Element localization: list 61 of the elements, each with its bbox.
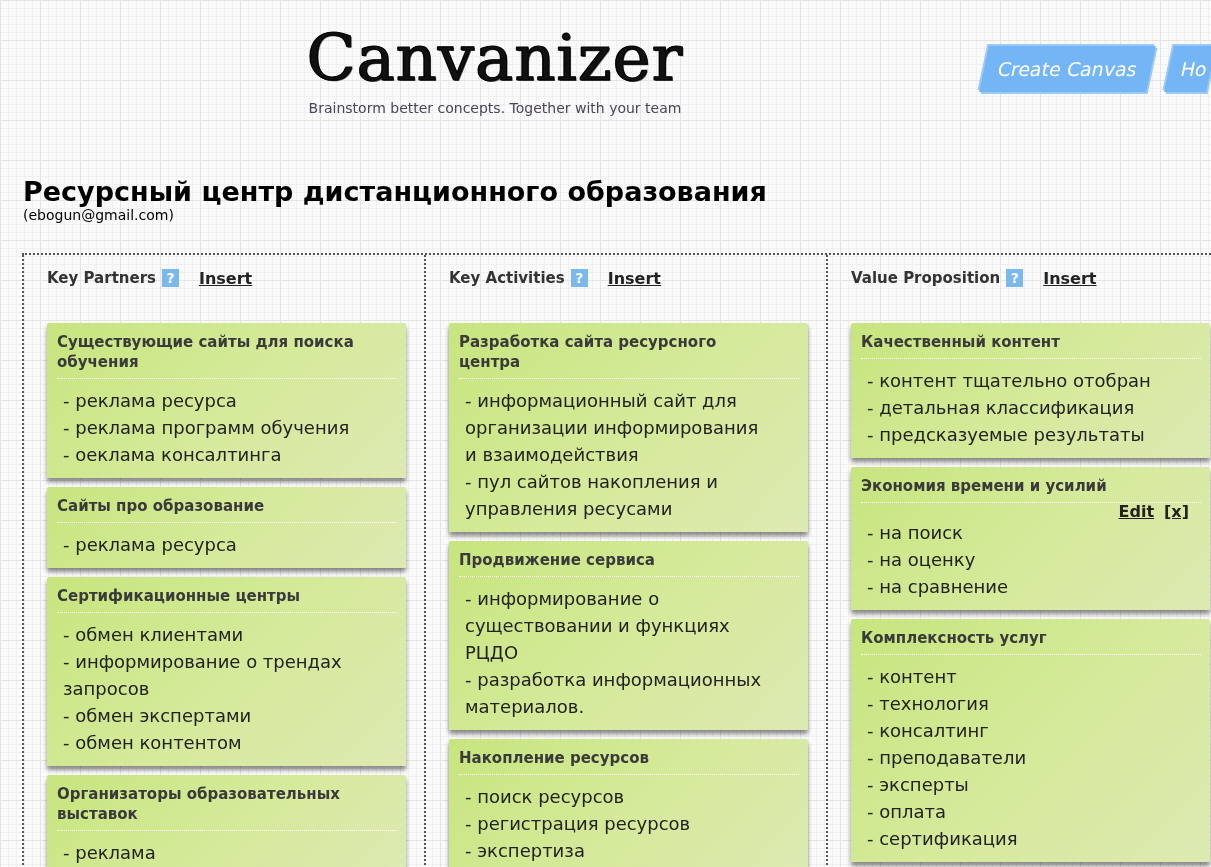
sticky-note[interactable]: Сертификационные центры - обмен клиентами - информирование о трендах запросов - обмен экспертами - обмен контентом <box>47 577 406 766</box>
sticky-note[interactable]: Качественный контент - контент тщательно отобран - детальная классификация - предсказуемые результаты <box>851 323 1210 458</box>
note-action-link[interactable]: Edit <box>1118 502 1155 521</box>
sticky-note[interactable]: Организаторы образовательных выставок - реклама <box>47 775 406 867</box>
owner-email: (ebogun@gmail.com) <box>23 207 175 223</box>
note-title: Организаторы образовательных выставок <box>57 784 397 831</box>
note-line: - преподаватели <box>866 746 1027 770</box>
note-line: - контент тщательно отобран <box>866 369 1151 393</box>
sticky-note[interactable]: Разработка сайта ресурсного центра - информационный сайт для организации информирования и взаимодействия - пул сайтов накопления и управления ресусами <box>449 323 808 532</box>
sticky-note[interactable]: Экономия времени и усилий Edit [x] - на поиск - на оценку - на сравнение <box>851 467 1210 610</box>
sticky-note[interactable]: Сайты про образование - реклама ресурса <box>47 487 406 568</box>
note-line: - на сравнение <box>866 575 1009 599</box>
note-line: - экспертиза <box>464 839 585 863</box>
logo[interactable]: Canvanizer <box>306 18 684 98</box>
column-title: Key Activities <box>449 269 565 287</box>
insert-link[interactable]: Insert <box>199 268 253 288</box>
note-title: Экономия времени и усилий <box>861 476 1201 503</box>
note-line: - обмен экспертами <box>62 704 252 728</box>
column-title: Value Proposition <box>851 269 1001 287</box>
note-line: - сертификация <box>866 827 1018 851</box>
note-line: - регистрация ресурсов <box>464 812 691 836</box>
note-line: - информационный сайт для организации информирования и взаимодействия <box>464 389 760 467</box>
note-line: - оплата <box>866 800 947 824</box>
note-line: - реклама <box>62 841 156 865</box>
note-line: - консалтинг <box>866 719 989 743</box>
column-title: Key Partners <box>47 269 156 287</box>
canvas-title: Ресурсный центр дистанционного образования <box>23 176 768 207</box>
note-line: - реклама ресурса <box>62 389 237 413</box>
note-line: - детальная классификация <box>866 396 1135 420</box>
note-line: - пул сайтов накопления и управления ресусами <box>464 470 720 521</box>
note-title: Качественный контент <box>861 332 1201 359</box>
note-title: Сайты про образование <box>57 496 397 523</box>
note-title: Существующие сайты для поиска обучения <box>57 332 397 379</box>
note-line: - информирование о существовании и функциях РЦДО <box>464 587 731 665</box>
note-line: - на поиск <box>866 521 963 545</box>
sticky-note[interactable]: Существующие сайты для поиска обучения - реклама ресурса - реклама программ обучения - оеклама консалтинга <box>47 323 406 478</box>
sticky-note[interactable]: Продвижение сервиса - информирование о существовании и функциях РЦДО - разработка информационных материалов. <box>449 541 808 730</box>
note-line: - поиск ресурсов <box>464 785 625 809</box>
note-line: - технология <box>866 692 989 716</box>
note-title: Сертификационные центры <box>57 586 397 613</box>
note-title: Комплексность услуг <box>861 628 1201 655</box>
note-line: - обмен контентом <box>62 731 242 755</box>
note-action-link[interactable]: [x] <box>1164 502 1189 521</box>
note-line: - реклама ресурса <box>62 533 237 557</box>
note-line: - оеклама консалтинга <box>62 443 282 467</box>
sticky-note[interactable]: Накопление ресурсов - поиск ресурсов - регистрация ресурсов - экспертиза <box>449 739 808 867</box>
note-line: - предсказуемые результаты <box>866 423 1145 447</box>
note-line: - обмен клиентами <box>62 623 244 647</box>
note-title: Накопление ресурсов <box>459 748 799 775</box>
note-title: Продвижение сервиса <box>459 550 799 577</box>
insert-link[interactable]: Insert <box>1043 268 1097 288</box>
tagline: Brainstorm better concepts. Together with your team <box>308 100 682 116</box>
note-line: - информирование о трендах запросов <box>62 650 343 701</box>
note-line: - реклама программ обучения <box>62 416 350 440</box>
note-title: Разработка сайта ресурсного центра <box>459 332 799 379</box>
insert-link[interactable]: Insert <box>607 268 661 288</box>
note-line: - эксперты <box>866 773 969 797</box>
note-line: - на оценку <box>866 548 976 572</box>
sticky-note[interactable]: Комплексность услуг - контент - технология - консалтинг - преподаватели - эксперты - оплата - сертификация <box>851 619 1210 862</box>
note-line: - разработка информационных материалов. <box>464 668 763 719</box>
note-line: - контент <box>866 665 957 689</box>
